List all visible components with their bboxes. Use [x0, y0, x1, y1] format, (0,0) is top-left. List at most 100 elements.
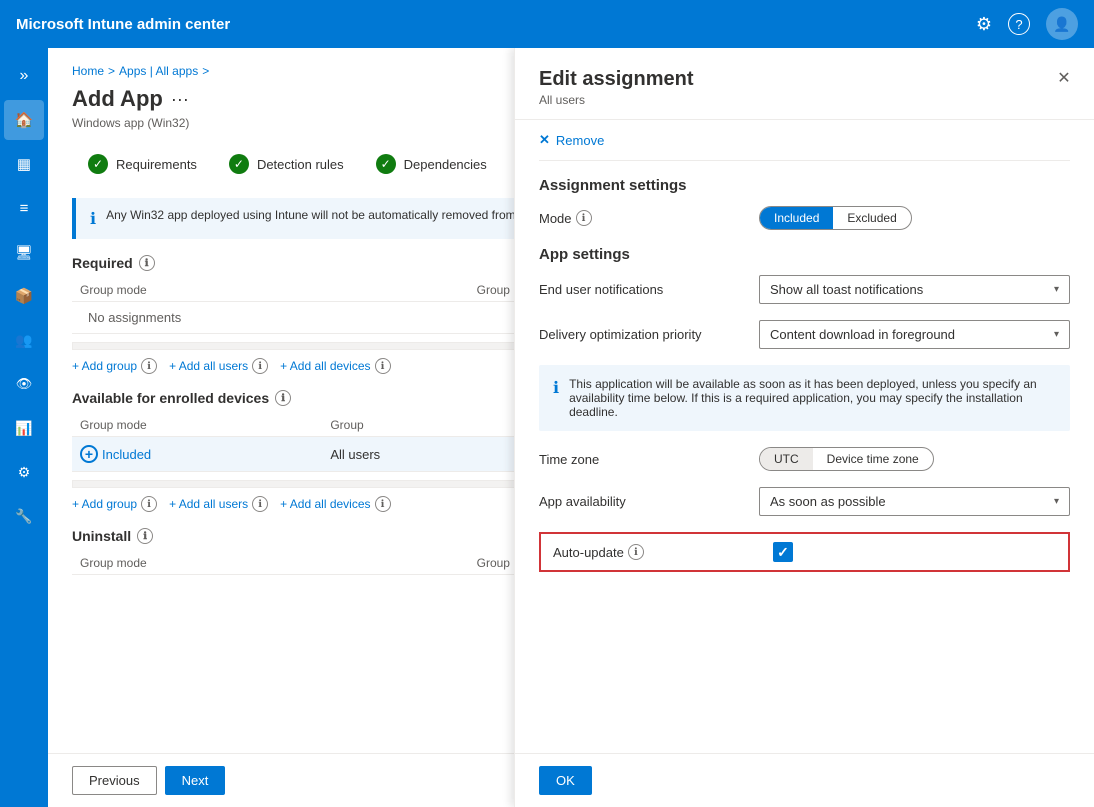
available-add-users-info[interactable]: ℹ — [252, 496, 268, 512]
end-user-notifications-label: End user notifications — [539, 282, 759, 297]
expand-icon: » — [20, 67, 29, 85]
sidebar-item-admin[interactable]: ⚙ — [4, 452, 44, 492]
close-panel-button[interactable]: ✕ — [1050, 64, 1078, 92]
sidebar-item-apps[interactable]: 📦 — [4, 276, 44, 316]
end-user-notifications-value: Show all toast notifications — [770, 282, 923, 297]
required-add-users-info[interactable]: ℹ — [252, 358, 268, 374]
available-add-group-info[interactable]: ℹ — [141, 496, 157, 512]
mode-included-option[interactable]: Included — [760, 207, 833, 229]
time-zone-toggle: UTC Device time zone — [759, 447, 934, 471]
delivery-optimization-dropdown[interactable]: Content download in foreground ▾ — [759, 320, 1070, 349]
app-info-text: This application will be available as so… — [569, 377, 1056, 419]
assignment-settings-title: Assignment settings — [539, 177, 1070, 194]
app-availability-label: App availability — [539, 494, 759, 509]
apps-icon: 📦 — [15, 287, 34, 305]
device-time-zone-option[interactable]: Device time zone — [813, 448, 933, 470]
required-add-group-info[interactable]: ℹ — [141, 358, 157, 374]
sidebar: » 🏠 ▦ ≡ 🖥 📦 👥 👁 📊 ⚙ 🔧 — [0, 48, 48, 807]
delivery-optimization-label: Delivery optimization priority — [539, 327, 759, 342]
sidebar-item-tools[interactable]: 🔧 — [4, 496, 44, 536]
auto-update-row: Auto-update ℹ ✓ — [539, 532, 1070, 572]
previous-button[interactable]: Previous — [72, 766, 157, 795]
ok-button[interactable]: OK — [539, 766, 592, 795]
detection-label: Detection rules — [257, 157, 344, 172]
dashboard-icon: ▦ — [17, 155, 31, 173]
time-zone-row: Time zone UTC Device time zone — [539, 447, 1070, 471]
edit-panel-body: ✕ Remove Assignment settings Mode ℹ Incl… — [515, 120, 1094, 753]
mode-label: Mode ℹ — [539, 210, 759, 226]
uninstall-col-group-mode: Group mode — [72, 552, 469, 575]
app-settings-section: App settings End user notifications Show… — [539, 246, 1070, 572]
help-icon[interactable]: ? — [1008, 13, 1030, 35]
required-add-users[interactable]: + Add all users — [169, 359, 248, 373]
requirements-check-icon: ✓ — [88, 154, 108, 174]
available-add-group[interactable]: + Add group — [72, 497, 137, 511]
sidebar-item-devices[interactable]: 🖥 — [4, 232, 44, 272]
wizard-step-dependencies[interactable]: ✓ Dependencies — [360, 146, 503, 182]
delivery-optimization-row: Delivery optimization priority Content d… — [539, 320, 1070, 349]
auto-update-info-icon[interactable]: ℹ — [628, 544, 644, 560]
sidebar-item-list[interactable]: ≡ — [4, 188, 44, 228]
included-label: Included — [102, 447, 151, 462]
dependencies-check-icon: ✓ — [376, 154, 396, 174]
app-settings-title: App settings — [539, 246, 1070, 263]
sidebar-item-dashboard[interactable]: ▦ — [4, 144, 44, 184]
next-button[interactable]: Next — [165, 766, 226, 795]
available-info-icon[interactable]: ℹ — [275, 390, 291, 406]
edit-panel-header: Edit assignment All users ✕ — [515, 48, 1094, 120]
required-add-group[interactable]: + Add group — [72, 359, 137, 373]
mode-excluded-option[interactable]: Excluded — [833, 207, 910, 229]
breadcrumb-home[interactable]: Home — [72, 64, 104, 78]
end-user-notifications-chevron: ▾ — [1054, 284, 1059, 295]
sidebar-expand[interactable]: » — [4, 56, 44, 96]
app-availability-chevron: ▾ — [1054, 496, 1059, 507]
settings-icon[interactable]: ⚙ — [976, 14, 992, 35]
edit-panel-title: Edit assignment — [539, 68, 1070, 91]
wizard-step-requirements[interactable]: ✓ Requirements — [72, 146, 213, 182]
available-row-group: All users — [322, 437, 511, 472]
remove-label: Remove — [556, 133, 604, 148]
user-avatar[interactable]: 👤 — [1046, 8, 1078, 40]
included-circle-icon: + — [80, 445, 98, 463]
content-area: Home > Apps | All apps > Add App ··· Win… — [48, 48, 1094, 807]
required-title: Required — [72, 255, 133, 271]
page-title: Add App — [72, 86, 163, 112]
users-icon: 👥 — [15, 332, 32, 349]
breadcrumb-apps[interactable]: Apps | All apps — [119, 64, 198, 78]
available-add-devices[interactable]: + Add all devices — [280, 497, 370, 511]
required-info-icon[interactable]: ℹ — [139, 255, 155, 271]
end-user-notifications-row: End user notifications Show all toast no… — [539, 275, 1070, 304]
sidebar-item-home[interactable]: 🏠 — [4, 100, 44, 140]
checkbox-check-icon: ✓ — [777, 544, 789, 561]
sidebar-item-reports[interactable]: 📊 — [4, 408, 44, 448]
required-add-devices[interactable]: + Add all devices — [280, 359, 370, 373]
time-zone-label: Time zone — [539, 452, 759, 467]
required-add-devices-info[interactable]: ℹ — [375, 358, 391, 374]
available-add-devices-info[interactable]: ℹ — [375, 496, 391, 512]
mode-field-row: Mode ℹ Included Excluded — [539, 206, 1070, 230]
remove-button[interactable]: ✕ Remove — [539, 120, 1070, 161]
available-row-group-mode: + Included — [72, 437, 322, 472]
dependencies-label: Dependencies — [404, 157, 487, 172]
mode-info-icon[interactable]: ℹ — [576, 210, 592, 226]
end-user-notifications-dropdown[interactable]: Show all toast notifications ▾ — [759, 275, 1070, 304]
sidebar-item-users[interactable]: 👥 — [4, 320, 44, 360]
detection-check-icon: ✓ — [229, 154, 249, 174]
breadcrumb-sep1: > — [108, 64, 115, 78]
auto-update-checkbox[interactable]: ✓ — [773, 542, 793, 562]
wizard-step-detection[interactable]: ✓ Detection rules — [213, 146, 360, 182]
edit-panel-subtitle: All users — [539, 93, 1070, 107]
available-add-users[interactable]: + Add all users — [169, 497, 248, 511]
app-availability-info-banner: ℹ This application will be available as … — [539, 365, 1070, 431]
app-availability-dropdown[interactable]: As soon as possible ▾ — [759, 487, 1070, 516]
mode-toggle: Included Excluded — [759, 206, 912, 230]
sidebar-item-groups[interactable]: 👁 — [4, 364, 44, 404]
edit-assignment-panel: Edit assignment All users ✕ ✕ Remove Ass… — [514, 48, 1094, 807]
utc-option[interactable]: UTC — [760, 448, 813, 470]
app-info-icon: ℹ — [553, 378, 559, 419]
uninstall-info-icon[interactable]: ℹ — [137, 528, 153, 544]
list-icon: ≡ — [20, 200, 29, 217]
assignment-settings-section: Assignment settings Mode ℹ Included Excl… — [539, 177, 1070, 230]
more-options-button[interactable]: ··· — [171, 89, 189, 110]
requirements-label: Requirements — [116, 157, 197, 172]
